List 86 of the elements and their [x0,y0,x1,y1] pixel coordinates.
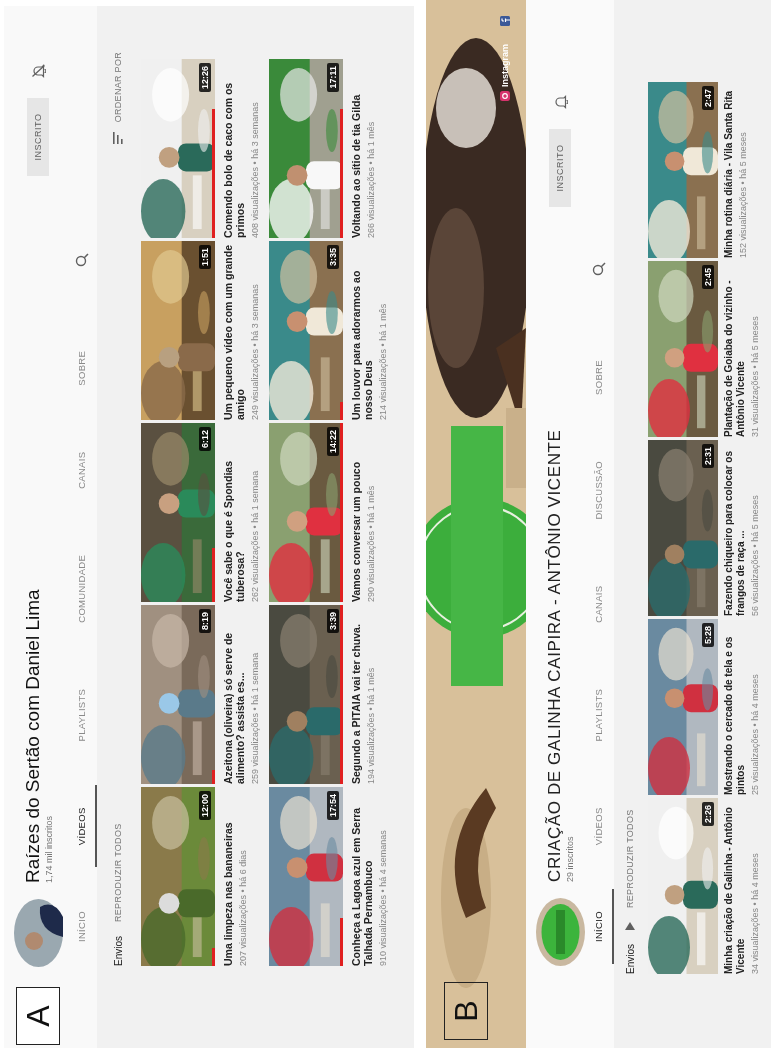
video-meta: 25 visualizações • há 4 meses [750,673,761,795]
video-meta: 56 visualizações • há 5 meses [750,494,761,616]
subscribe-button[interactable]: INSCRITO [27,98,49,176]
video-thumbnail[interactable]: 3:39 [269,605,343,784]
video-title[interactable]: Minha rotina diária - Vila Santa Rita [723,82,735,258]
channel-avatar [535,898,585,966]
video-meta: 194 visualizações • há 1 mês [366,666,377,784]
channel-tab[interactable]: INÍCIO [584,889,614,964]
channel-tab[interactable]: VÍDEOS [584,785,614,868]
video-meta: 262 visualizações • há 1 semana [250,469,261,602]
video-title[interactable]: Fazendo chiqueiro para colocar os frangos de raça ... [723,440,747,616]
video-thumbnail[interactable]: 8:19 [141,605,215,784]
video-thumbnail[interactable]: 2:31 [648,440,718,616]
duration-badge: 17:11 [327,63,339,92]
video-thumbnail[interactable]: 2:47 [648,82,718,258]
search-icon[interactable] [75,252,89,267]
video-title[interactable]: Voltando ao sítio de tia Gilda [350,62,362,238]
panel-label: A [16,987,60,1045]
video-meta: 249 visualizações • há 3 semanas [250,283,261,420]
search-icon[interactable] [592,262,606,277]
video-thumbnail[interactable]: 2:45 [648,261,718,437]
sort-icon [113,132,123,145]
video-title[interactable]: Plantação de Goiaba do vizinho - Antônio Vicente [723,261,747,437]
play-icon [625,922,635,930]
video-thumbnail[interactable]: 14:22 [269,423,343,602]
duration-badge: 5:28 [702,623,714,647]
video-meta: 408 visualizações • há 3 semanas [250,101,261,238]
video-title[interactable]: Conheça a Lagoa azul em Serra Talhada Pernambuco [350,790,374,966]
video-title[interactable]: Segundo a PITAIA vai ter chuva. [350,608,362,784]
video-title[interactable]: Minha criação de Galinha - Antônio Vicente [723,798,747,974]
video-meta: 152 visualizações • há 5 meses [738,131,749,258]
video-thumbnail[interactable]: 12:26 [141,59,215,238]
play-all-link[interactable]: REPRODUZIR TODOS [625,809,635,930]
video-meta: 266 visualizações • há 1 mês [366,120,377,238]
video-meta: 31 visualizações • há 5 meses [750,315,761,437]
duration-badge: 12:26 [199,63,211,93]
video-meta: 34 visualizações • há 4 meses [750,852,761,974]
play-all-link[interactable]: REPRODUZIR TODOS [113,823,123,922]
duration-badge: 2:45 [702,265,714,289]
video-meta: 214 visualizações • há 1 mês [378,302,389,420]
video-thumbnail[interactable]: 5:28 [648,619,718,795]
channel-tab[interactable]: VÍDEOS [67,785,97,868]
duration-badge: 8:19 [199,609,211,633]
duration-badge: 17:54 [327,791,339,821]
section-title: Envios [112,936,124,966]
duration-badge: 3:35 [327,245,339,269]
subscriber-count: 29 inscritos [565,835,575,882]
video-meta: 290 visualizações • há 1 mês [366,484,377,602]
video-title[interactable]: Você sabe o que é Spondias tuberosa? [222,426,246,602]
video-thumbnail[interactable]: 17:54 [269,787,343,966]
subscribe-button[interactable]: INSCRITO [549,129,571,207]
video-meta: 259 visualizações • há 1 semana [250,651,261,784]
channel-tab[interactable]: DISCUSSÃO [584,438,614,542]
video-thumbnail[interactable]: 3:35 [269,241,343,420]
video-title[interactable]: Uma limpeza nas bananeiras [222,790,234,966]
duration-badge: 2:26 [702,802,714,826]
video-title[interactable]: Um louvor para adorarmos ao nosso Deus [350,244,374,420]
video-title[interactable]: Mostrando o cercado de tela e os pintos [723,619,747,795]
video-thumbnail[interactable]: 6:12 [141,423,215,602]
video-thumbnail[interactable]: 1:51 [141,241,215,420]
panel-label: B [444,982,488,1040]
video-thumbnail[interactable]: 12:00 [141,787,215,966]
video-title[interactable]: Comendo bolo de caco com os primos [222,62,246,238]
duration-badge: 2:47 [702,86,714,110]
duration-badge: 12:00 [199,791,211,821]
facebook-icon[interactable] [500,16,510,26]
duration-badge: 1:51 [199,245,211,269]
video-meta: 910 visualizações • há 4 semanas [378,829,389,966]
channel-name: Raízes do Sertão com Daniel Lima [22,589,44,883]
duration-badge: 6:12 [199,427,211,451]
bell-icon[interactable] [552,95,568,109]
video-thumbnail[interactable]: 17:11 [269,59,343,238]
subscriber-count: 1,74 mil inscritos [44,814,54,883]
duration-badge: 2:31 [702,444,714,468]
duration-badge: 3:39 [327,609,339,633]
sort-button[interactable]: ORDENAR POR [113,52,123,145]
section-title: Envios [624,944,636,974]
video-meta: 207 visualizações • há 6 dias [238,849,249,966]
video-title[interactable]: Vamos conversar um pouco [350,426,362,602]
channel-name: CRIAÇÃO DE GALINHA CAIPIRA - ANTÔNIO VICENTE [545,429,565,882]
bell-off-icon[interactable] [30,64,46,78]
channel-avatar [13,899,63,967]
video-thumbnail[interactable]: 2:26 [648,798,718,974]
duration-badge: 14:22 [327,427,339,457]
instagram-icon[interactable] [500,91,510,101]
video-title[interactable]: Azeitona (oliveira) só serve de alimento? assista es... [222,608,246,784]
